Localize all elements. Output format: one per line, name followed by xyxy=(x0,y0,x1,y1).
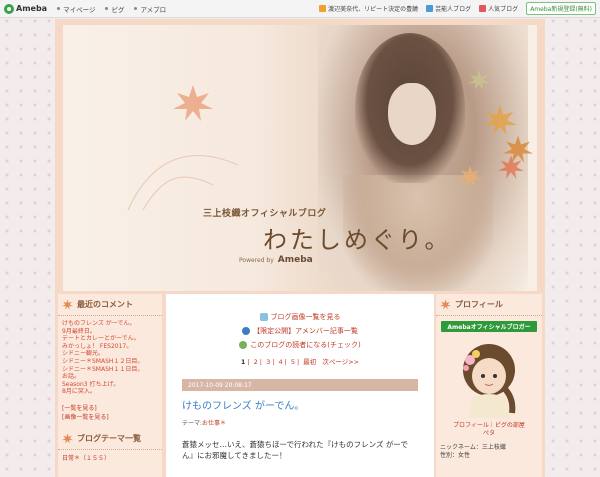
bullet-icon xyxy=(57,7,61,10)
right-sidebar: プロフィール Amebaオフィシャルブロガー プロフィール｜ピグの部屋 ペタ ニ… xyxy=(436,294,542,477)
celebrity-icon xyxy=(426,5,434,12)
list-item[interactable]: お話。 xyxy=(62,373,158,381)
profile-header: プロフィール xyxy=(436,294,542,316)
entry-theme-label: テーマ: xyxy=(182,420,203,427)
list-item[interactable]: シドニー＊SMASH１２日目。 xyxy=(62,358,158,366)
bullet-icon xyxy=(134,7,138,10)
become-reader-label: このブログの読者になる(チェック) xyxy=(250,341,361,349)
pagination: 1 | 2 | 3 | 4 | 5 | 最初 次ページ>> xyxy=(240,358,360,366)
main-content: ブログ画像一覧を見る 【限定公開】アメンバー記事一覧 このブログの読者になる(チ… xyxy=(166,294,434,477)
maple-leaf-icon xyxy=(498,155,524,179)
celebrity-blog-link[interactable]: 芸能人ブログ xyxy=(426,4,471,13)
blog-theme-title: ブログテーマ一覧 xyxy=(77,433,141,443)
image-icon xyxy=(259,313,268,321)
list-item[interactable]: 8月に突入。 xyxy=(62,388,158,396)
peta-link[interactable]: ペタ xyxy=(436,430,542,438)
recent-comments-title: 最近のコメント xyxy=(77,300,133,309)
powered-by: Powered by Ameba xyxy=(239,255,313,265)
recent-comments-header: 最近のコメント xyxy=(58,294,162,316)
ameba-logo[interactable]: Ameba xyxy=(4,3,48,14)
maple-leaf-icon xyxy=(62,433,73,444)
page-1[interactable]: 1 xyxy=(241,358,246,366)
popular-blog-label: 人気ブログ xyxy=(488,6,519,13)
nav-pigg[interactable]: ピグ xyxy=(105,4,124,14)
left-sidebar: 最近のコメント けものフレンズ がーでん。 9月最終日。 デートとカレーとがーで… xyxy=(58,294,162,477)
global-navbar: Ameba マイページ ピグ アメブロ 渡辺美奈代、リピート決定の豊饒 芸能人ブ… xyxy=(0,0,600,18)
popular-icon xyxy=(479,5,487,12)
list-item[interactable]: みかっしょ！ FES2017。 xyxy=(62,343,158,351)
entry-title[interactable]: けものフレンズ がーでん。 xyxy=(182,397,418,412)
page-5[interactable]: 5 xyxy=(291,358,295,366)
nav-pigg-label: ピグ xyxy=(111,5,125,14)
maple-leaf-icon xyxy=(458,165,482,187)
blog-subtitle[interactable]: わたしめぐり。 xyxy=(263,220,452,255)
entry-theme-link[interactable]: お仕事＊ xyxy=(202,420,226,427)
decorative-swirl xyxy=(127,154,239,211)
page-2[interactable]: 2 xyxy=(254,358,258,366)
list-item[interactable]: シドニー観光。 xyxy=(62,350,158,358)
gender: 性別：女性 xyxy=(440,452,471,459)
reader-icon xyxy=(239,341,248,349)
celebrity-blog-label: 芸能人ブログ xyxy=(435,6,472,13)
signup-button[interactable]: Ameba新規登録(無料) xyxy=(526,2,596,15)
blog-theme-header: ブログテーマ一覧 xyxy=(58,428,162,450)
entry-theme: テーマ:お仕事＊ xyxy=(182,418,418,427)
profile-title: プロフィール xyxy=(455,300,503,309)
news-icon xyxy=(319,5,327,12)
maple-leaf-icon xyxy=(440,299,451,310)
maple-leaf-icon xyxy=(62,299,73,310)
list-item[interactable]: けものフレンズ がーでん。 xyxy=(62,320,158,328)
amember-list-label: 【限定公開】アメンバー記事一覧 xyxy=(253,327,358,335)
nav-ameblo[interactable]: アメブロ xyxy=(134,4,166,14)
nav-mypage[interactable]: マイページ xyxy=(57,4,95,14)
amember-icon xyxy=(242,327,251,335)
powered-by-label: Powered by xyxy=(239,256,274,264)
become-reader-link[interactable]: このブログの読者になる(チェック) xyxy=(166,340,434,350)
image-list-label: ブログ画像一覧を見る xyxy=(270,313,341,321)
ameba-logo-icon xyxy=(4,3,14,14)
view-list-link[interactable]: [一覧を見る] xyxy=(62,404,158,413)
next-page[interactable]: 次ページ>> xyxy=(322,358,359,366)
maple-leaf-icon xyxy=(468,70,490,90)
avatar[interactable] xyxy=(454,338,524,418)
profile-info: ニックネーム：三上枝織 性別：女性 xyxy=(436,438,542,460)
list-item[interactable]: Season3 打ち上げ。 xyxy=(62,381,158,389)
profile-link[interactable]: プロフィール｜ピグの部屋 xyxy=(436,422,542,430)
news-link[interactable]: 渡辺美奈代、リピート決定の豊饒 xyxy=(319,4,418,13)
blog-links: ブログ画像一覧を見る 【限定公開】アメンバー記事一覧 このブログの読者になる(チ… xyxy=(166,294,434,350)
theme-item[interactable]: 日常＊（１５５） xyxy=(58,450,162,465)
header-photo-face xyxy=(388,83,436,145)
page-first[interactable]: 最初 xyxy=(303,358,316,366)
page-4[interactable]: 4 xyxy=(278,358,282,366)
blog-title[interactable]: 三上枝織オフィシャルブログ xyxy=(203,206,326,219)
entry-body: 蒼猿メッセ…いえ、蒼猿ちほーで行われた『けものフレンズ がーでん』にお邪魔してき… xyxy=(182,440,408,460)
avatar-area xyxy=(436,332,542,422)
list-item[interactable]: シドニー＊SMASH１１日目。 xyxy=(62,366,158,374)
entry-date: 2017-10-09 20:08:17 xyxy=(182,379,418,391)
amember-list-link[interactable]: 【限定公開】アメンバー記事一覧 xyxy=(166,326,434,336)
maple-leaf-icon xyxy=(483,105,517,135)
list-item[interactable]: 9月最終日。 xyxy=(62,328,158,336)
bullet-icon xyxy=(105,7,109,10)
popular-blog-link[interactable]: 人気ブログ xyxy=(479,4,518,13)
official-blogger-badge[interactable]: Amebaオフィシャルブロガー xyxy=(441,321,537,332)
recent-comments-list: けものフレンズ がーでん。 9月最終日。 デートとカレーとがーでん。 みかっしょ… xyxy=(58,316,162,400)
list-item[interactable]: デートとカレーとがーでん。 xyxy=(62,335,158,343)
news-link-label: 渡辺美奈代、リピート決定の豊饒 xyxy=(328,6,419,13)
powered-brand: Ameba xyxy=(277,255,313,265)
view-images-link[interactable]: [画像一覧を見る] xyxy=(62,413,158,422)
nav-ameblo-label: アメブロ xyxy=(140,5,167,14)
blog-header[interactable]: 三上枝織オフィシャルブログ わたしめぐり。 Powered by Ameba xyxy=(63,25,537,291)
maple-leaf-icon xyxy=(173,85,213,121)
image-list-link[interactable]: ブログ画像一覧を見る xyxy=(166,312,434,322)
nickname: ニックネーム：三上枝織 xyxy=(440,444,506,451)
page-3[interactable]: 3 xyxy=(266,358,270,366)
nav-mypage-label: マイページ xyxy=(63,5,96,14)
logo-text: Ameba xyxy=(16,4,48,13)
